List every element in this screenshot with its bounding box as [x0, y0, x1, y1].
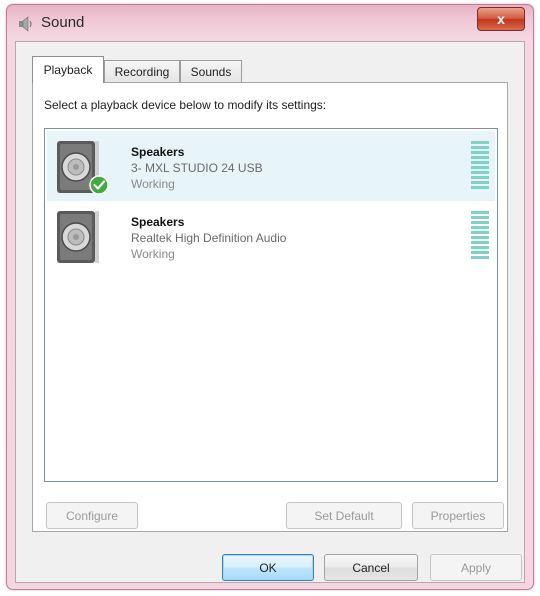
playback-device-list[interactable]: Speakers 3- MXL STUDIO 24 USB Working Sp…: [44, 128, 498, 482]
tab-sounds[interactable]: Sounds: [180, 60, 242, 83]
configure-button[interactable]: Configure: [46, 502, 138, 529]
close-button[interactable]: x: [477, 7, 525, 31]
checkmark-icon: [89, 175, 109, 195]
speaker-icon: [57, 141, 109, 195]
properties-button[interactable]: Properties: [412, 502, 504, 529]
device-name: Speakers: [131, 215, 185, 229]
device-status: Working: [131, 247, 175, 261]
apply-button[interactable]: Apply: [430, 554, 522, 581]
device-name: Speakers: [131, 145, 185, 159]
instruction-text: Select a playback device below to modify…: [44, 98, 327, 112]
speaker-icon: [19, 16, 32, 32]
tab-playback[interactable]: Playback: [32, 56, 104, 83]
tab-recording[interactable]: Recording: [104, 60, 180, 83]
title-bar[interactable]: Sound x: [7, 5, 533, 41]
sound-dialog: Sound x Playback Recording Sounds Select…: [6, 4, 534, 590]
device-row[interactable]: Speakers 3- MXL STUDIO 24 USB Working: [47, 131, 495, 201]
window-title: Sound: [41, 14, 85, 31]
device-row[interactable]: Speakers Realtek High Definition Audio W…: [47, 201, 495, 271]
dialog-client-area: Playback Recording Sounds Select a playb…: [15, 41, 525, 583]
device-description: Realtek High Definition Audio: [131, 231, 287, 245]
cancel-button[interactable]: Cancel: [324, 554, 418, 581]
volume-level-meter: [471, 211, 489, 259]
device-description: 3- MXL STUDIO 24 USB: [131, 161, 263, 175]
ok-button[interactable]: OK: [222, 554, 314, 581]
set-default-button[interactable]: Set Default: [286, 502, 402, 529]
speaker-icon: [57, 211, 99, 263]
device-status: Working: [131, 177, 175, 191]
volume-level-meter: [471, 141, 489, 189]
